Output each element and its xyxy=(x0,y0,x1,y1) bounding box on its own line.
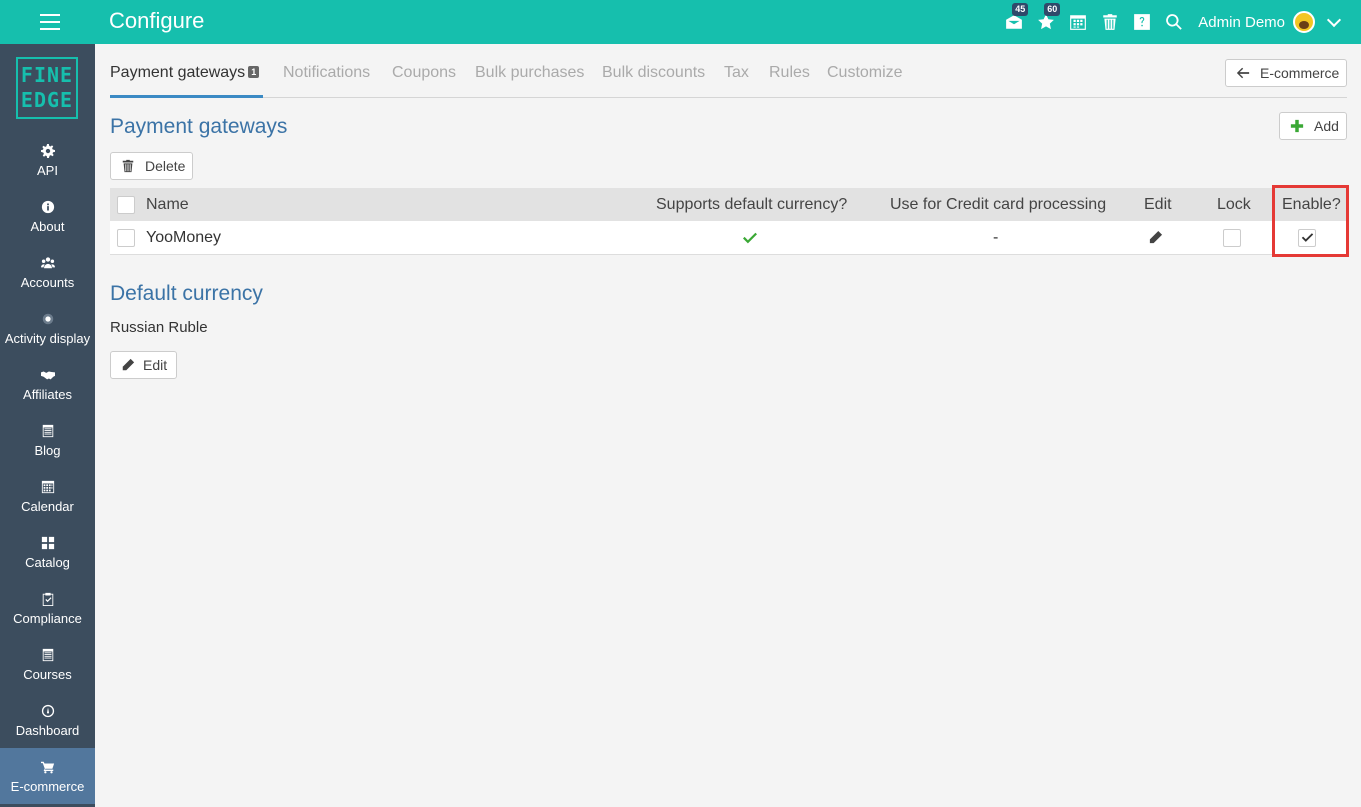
sidebar-item-affiliates[interactable]: Affiliates xyxy=(0,356,95,412)
default-currency-value: Russian Ruble xyxy=(110,319,208,336)
tab-count-badge: 1 xyxy=(248,66,260,78)
gateway-name: YooMoney xyxy=(146,228,222,246)
star-icon[interactable]: 60 xyxy=(1036,3,1061,32)
sidebar-item-courses[interactable]: Courses xyxy=(0,636,95,692)
gear-icon xyxy=(0,144,95,160)
grid-icon xyxy=(0,536,95,552)
tab-bulk-purchases[interactable]: Bulk purchases xyxy=(475,64,584,82)
tab-notifications[interactable]: Notifications xyxy=(283,64,370,82)
tab-bulk-discounts[interactable]: Bulk discounts xyxy=(602,64,705,82)
arrow-left-icon xyxy=(1236,67,1250,79)
clipboard-icon xyxy=(0,592,95,608)
check-icon xyxy=(742,221,758,254)
menu-icon[interactable] xyxy=(40,14,60,30)
users-icon xyxy=(0,256,95,272)
enable-checkbox[interactable] xyxy=(1298,228,1316,247)
trash-icon xyxy=(122,159,134,173)
plus-icon xyxy=(1290,119,1304,133)
back-to-ecommerce-button[interactable]: E-commerce xyxy=(1225,59,1347,87)
tab-bar: Payment gateways 1 Notifications Coupons … xyxy=(110,55,1347,98)
sidebar-item-accounts[interactable]: Accounts xyxy=(0,244,95,300)
dot-icon xyxy=(0,312,95,328)
checkmark-icon xyxy=(1301,233,1313,242)
column-name[interactable]: Name xyxy=(146,188,189,221)
pencil-icon xyxy=(122,358,135,371)
dashboard-icon xyxy=(0,704,95,720)
star-count-badge: 60 xyxy=(1044,3,1061,16)
trash-icon[interactable] xyxy=(1100,12,1120,32)
user-menu-name[interactable]: Admin Demo xyxy=(1198,14,1285,31)
active-tab-indicator xyxy=(110,95,263,98)
tab-customize[interactable]: Customize xyxy=(827,64,903,82)
lock-checkbox[interactable] xyxy=(1223,228,1241,247)
sidebar-item-blog[interactable]: Blog xyxy=(0,412,95,468)
column-edit: Edit xyxy=(1144,195,1172,213)
sidebar-item-e-commerce[interactable]: E-commerce xyxy=(0,748,95,804)
fine-edge-logo[interactable]: FINE EDGE xyxy=(16,57,78,119)
select-all-checkbox[interactable] xyxy=(117,195,135,214)
column-enable: Enable? xyxy=(1282,195,1341,213)
sidebar: FINE EDGE API About Accounts Activity di… xyxy=(0,44,95,807)
tab-coupons[interactable]: Coupons xyxy=(392,64,456,82)
calendar-icon xyxy=(0,480,95,496)
page-title: Configure xyxy=(109,8,205,33)
column-lock: Lock xyxy=(1217,195,1251,213)
edit-currency-button[interactable]: Edit xyxy=(110,351,177,379)
sidebar-item-calendar[interactable]: Calendar xyxy=(0,468,95,524)
table-row: YooMoney - xyxy=(110,221,1347,255)
tab-payment-gateways[interactable]: Payment gateways 1 xyxy=(110,64,260,82)
payment-gateways-table: Name Supports default currency? Use for … xyxy=(110,188,1347,255)
sidebar-item-dashboard[interactable]: Dashboard xyxy=(0,692,95,748)
inbox-count-badge: 45 xyxy=(1012,3,1029,16)
cart-icon xyxy=(0,760,95,776)
avatar[interactable] xyxy=(1293,11,1315,33)
delete-button[interactable]: Delete xyxy=(110,152,193,180)
top-bar: Configure 45 60 Admin Demo xyxy=(0,0,1361,44)
tab-tax[interactable]: Tax xyxy=(724,64,749,82)
courses-icon xyxy=(0,648,95,664)
tab-rules[interactable]: Rules xyxy=(769,64,810,82)
sidebar-item-activity-display[interactable]: Activity display xyxy=(0,300,95,356)
blog-icon xyxy=(0,424,95,440)
add-button[interactable]: Add xyxy=(1279,112,1347,140)
edit-pencil-icon[interactable] xyxy=(1148,221,1163,254)
sidebar-item-catalog[interactable]: Catalog xyxy=(0,524,95,580)
payment-gateways-title: Payment gateways xyxy=(110,115,288,138)
search-icon[interactable] xyxy=(1164,12,1184,32)
credit-card-value: - xyxy=(993,228,999,246)
info-icon xyxy=(0,200,95,216)
default-currency-title: Default currency xyxy=(110,282,263,305)
column-credit-card-processing: Use for Credit card processing xyxy=(890,195,1107,213)
calendar-icon[interactable] xyxy=(1068,12,1088,32)
sidebar-item-compliance[interactable]: Compliance xyxy=(0,580,95,636)
chevron-down-icon[interactable] xyxy=(1326,12,1342,28)
table-header: Name Supports default currency? Use for … xyxy=(110,188,1347,221)
row-select-checkbox[interactable] xyxy=(117,228,135,247)
handshake-icon xyxy=(0,368,95,384)
help-icon[interactable] xyxy=(1132,12,1152,32)
column-supports-default-currency: Supports default currency? xyxy=(656,195,848,213)
sidebar-item-api[interactable]: API xyxy=(0,132,95,188)
sidebar-item-about[interactable]: About xyxy=(0,188,95,244)
inbox-icon[interactable]: 45 xyxy=(1004,3,1029,32)
